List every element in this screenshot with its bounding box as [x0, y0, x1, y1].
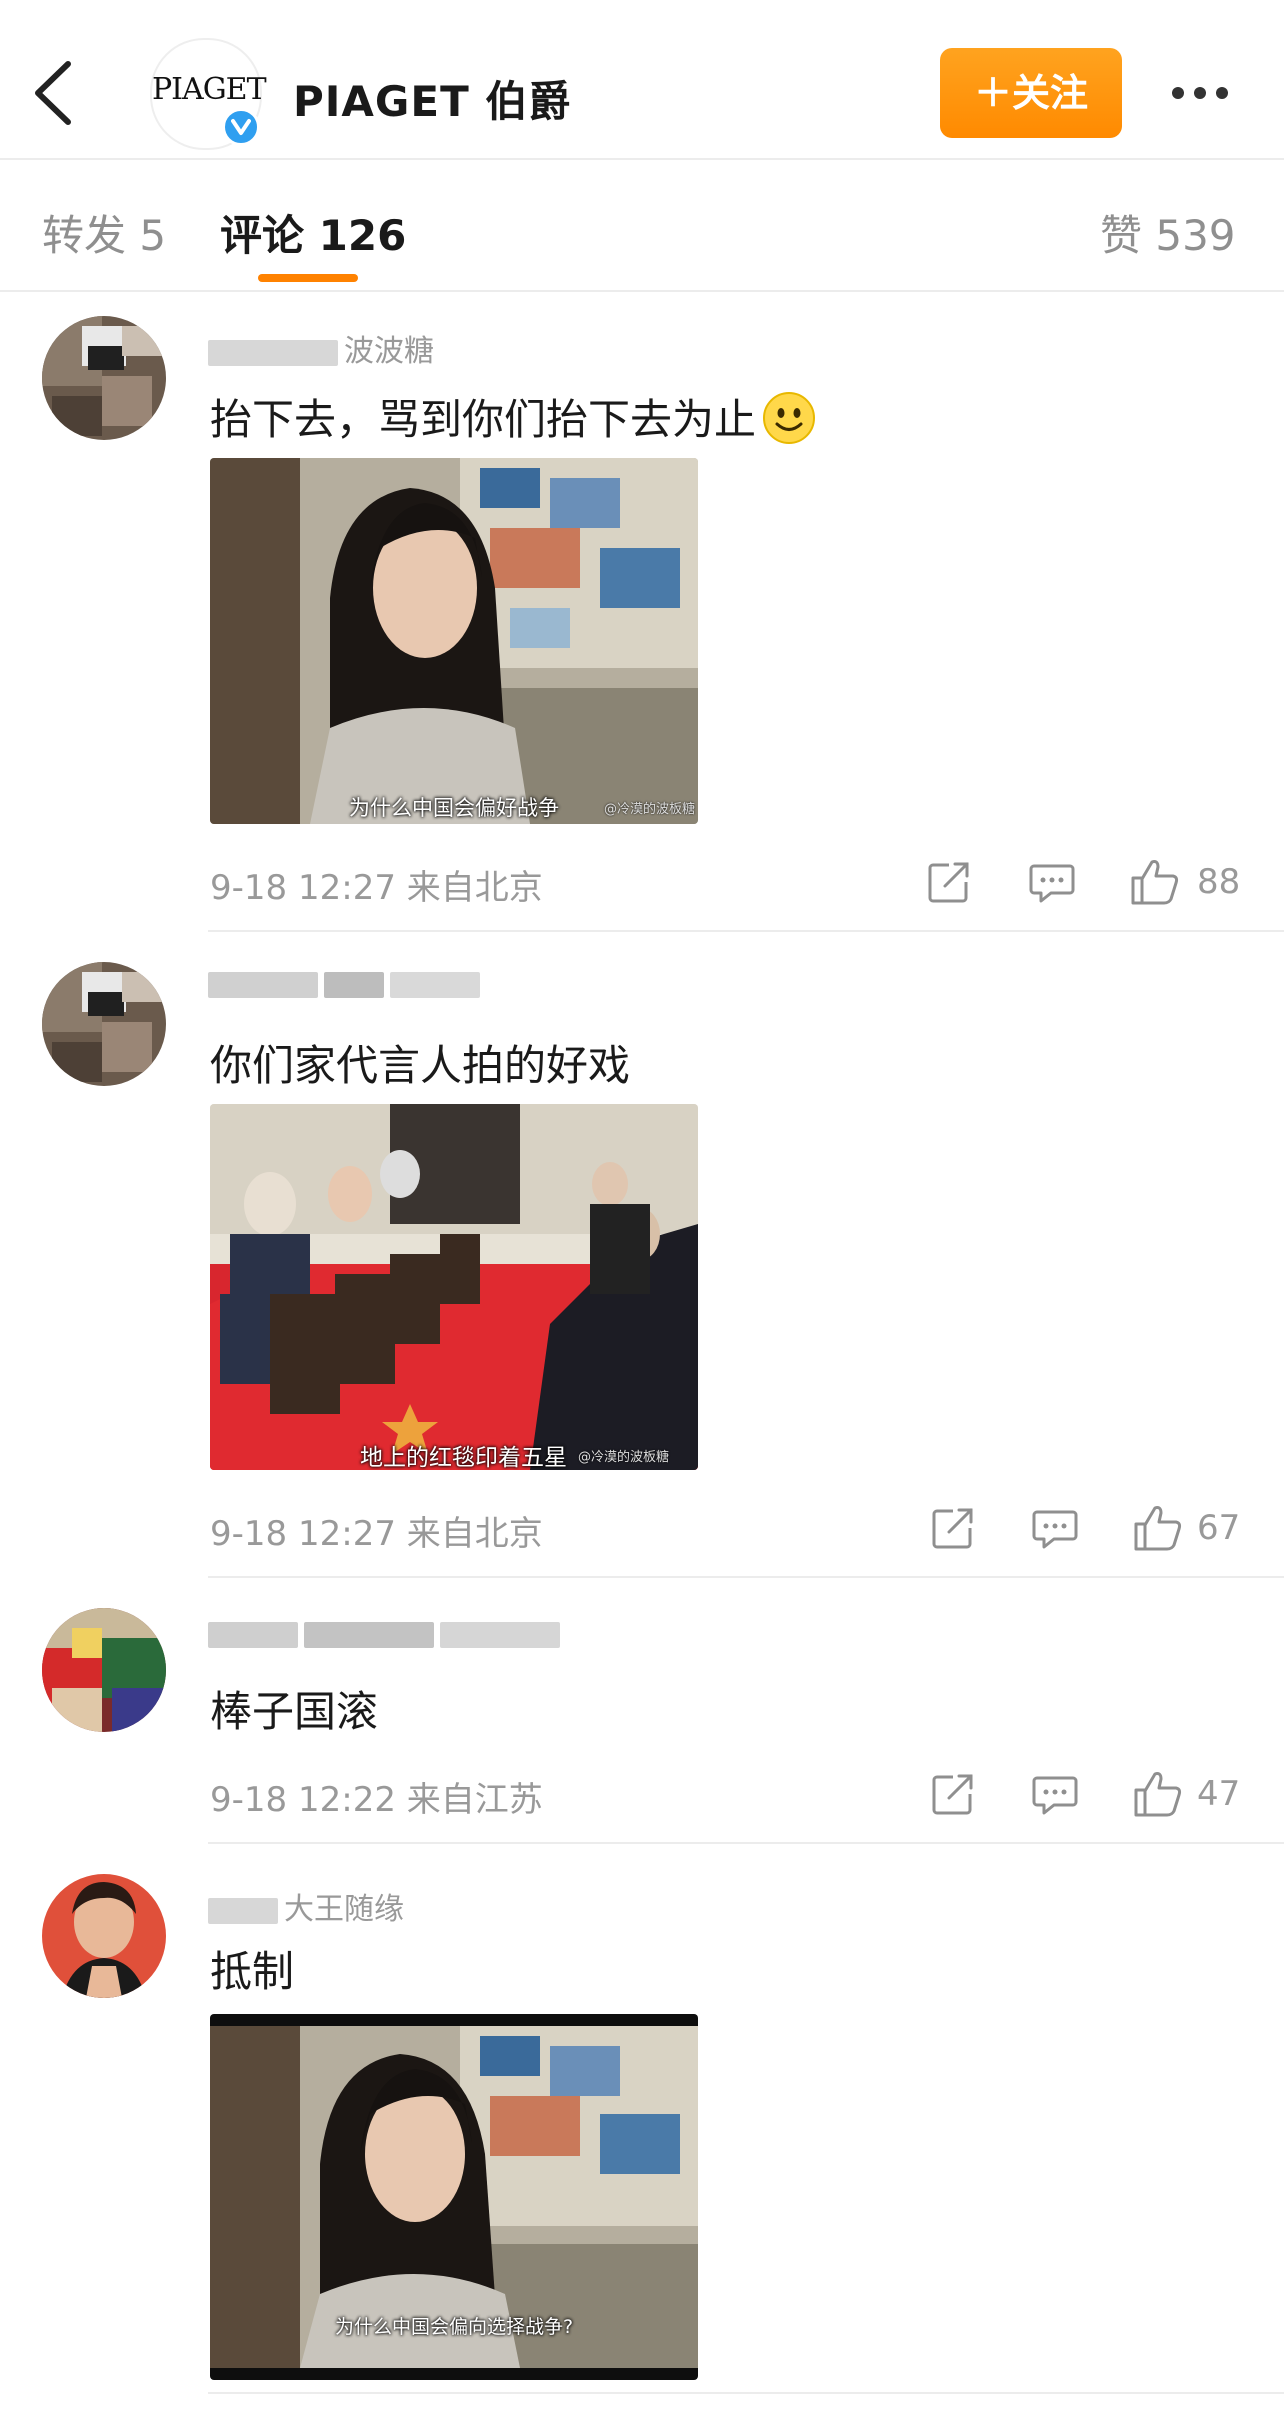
share-icon[interactable]	[931, 1772, 975, 1816]
more-options-button[interactable]	[1172, 84, 1238, 103]
comment-time: 9-18 12:27	[210, 1514, 396, 1554]
avatar[interactable]	[42, 316, 166, 440]
comment-divider	[208, 1576, 1284, 1578]
top-bar: PIAGET PIAGET 伯爵 ＋关注	[0, 0, 1284, 160]
comment-divider	[208, 930, 1284, 932]
like-count: 88	[1197, 862, 1241, 902]
tab-likes[interactable]: 赞 539	[1100, 202, 1236, 263]
account-title[interactable]: PIAGET 伯爵	[293, 68, 571, 129]
smiley-face-icon	[762, 391, 816, 455]
chevron-left-icon	[35, 61, 71, 125]
avatar[interactable]	[42, 1608, 166, 1732]
back-button[interactable]	[30, 58, 86, 128]
comment-meta: 9-18 12:27 来自北京	[210, 860, 543, 909]
comment-time: 9-18 12:27	[210, 868, 396, 908]
comment-actions: 47	[925, 1768, 1265, 1820]
comment-actions: 67	[925, 1502, 1265, 1554]
like-thumb-icon[interactable]	[1133, 1504, 1183, 1552]
comment-meta: 9-18 12:22 来自江苏	[210, 1772, 543, 1821]
comment-location: 来自江苏	[406, 1780, 543, 1820]
username[interactable]	[208, 966, 486, 1000]
like-count: 67	[1197, 1508, 1241, 1548]
piaget-logo: PIAGET	[152, 72, 267, 107]
comment-location: 来自北京	[406, 1514, 543, 1554]
avatar[interactable]	[42, 962, 166, 1086]
like-count: 47	[1197, 1774, 1241, 1814]
username[interactable]: 波波糖	[208, 326, 434, 369]
tab-comments[interactable]: 评论 126	[220, 202, 406, 263]
comment-time: 9-18 12:22	[210, 1780, 396, 1820]
comment-image[interactable]: 为什么中国会偏向选择战争?	[210, 2014, 698, 2380]
comment-location: 来自北京	[406, 868, 543, 908]
share-icon[interactable]	[931, 1506, 975, 1550]
comment-divider	[208, 2392, 1284, 2394]
comment-text: 你们家代言人拍的好戏	[210, 1041, 631, 1090]
reply-icon[interactable]	[1032, 1774, 1078, 1816]
tab-repost[interactable]: 转发 5	[42, 202, 166, 263]
more-horizontal-icon	[1172, 87, 1184, 99]
comment-text: 抬下去，骂到你们抬下去为止	[210, 386, 816, 455]
comment-image[interactable]: 为什么中国会偏好战争 @冷漠的波板糖	[210, 458, 698, 824]
username[interactable]: 大王随缘	[208, 1884, 404, 1927]
reply-icon[interactable]	[1029, 862, 1075, 904]
share-icon[interactable]	[927, 860, 971, 904]
comment-text: 抵制	[210, 1947, 295, 1996]
comment-meta: 9-18 12:27 来自北京	[210, 1506, 543, 1555]
follow-button[interactable]: ＋关注	[940, 48, 1122, 138]
like-thumb-icon[interactable]	[1130, 858, 1180, 906]
comment-image[interactable]: 地上的红毯印着五星 @冷漠的波板糖	[210, 1104, 698, 1470]
tab-bar: 转发 5 评论 126 赞 539	[0, 158, 1284, 292]
avatar[interactable]	[42, 1874, 166, 1998]
username[interactable]	[208, 1616, 566, 1650]
comment-text: 棒子国滚	[210, 1687, 379, 1736]
comment-actions: 88	[925, 856, 1265, 908]
like-thumb-icon[interactable]	[1133, 1770, 1183, 1818]
comment-divider	[208, 1842, 1284, 1844]
verified-badge-icon	[222, 108, 260, 146]
reply-icon[interactable]	[1032, 1508, 1078, 1550]
active-tab-indicator	[258, 274, 358, 282]
